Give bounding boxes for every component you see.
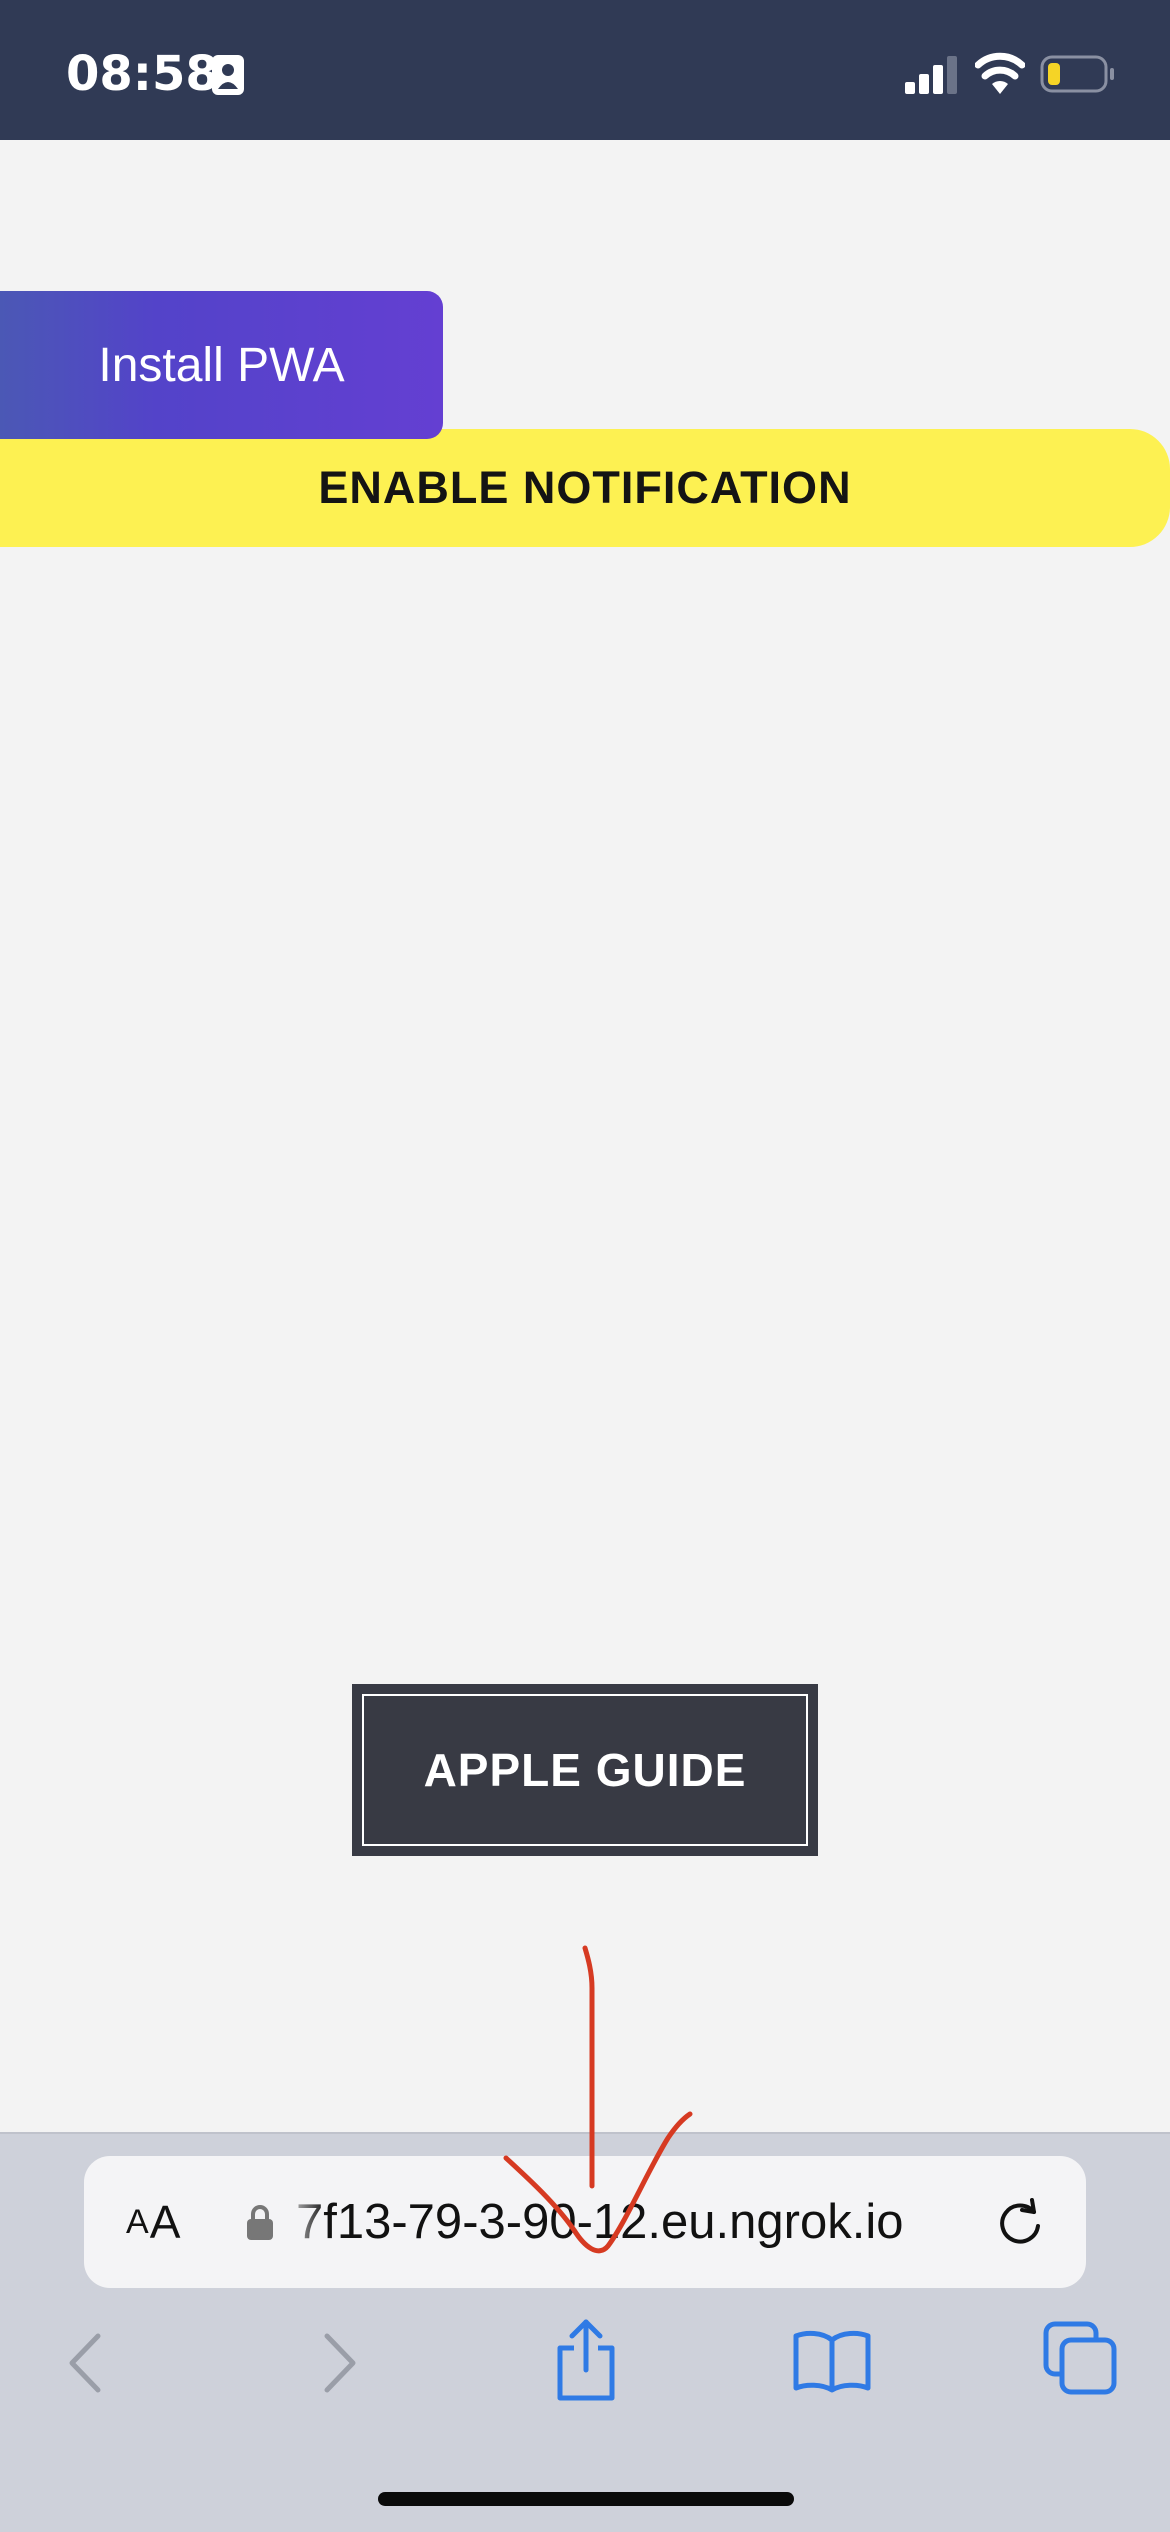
- status-time: 08:58: [66, 46, 219, 102]
- url-text[interactable]: 7f13-79-3-90-12.eu.ngrok.io: [296, 2156, 1036, 2288]
- reload-icon[interactable]: [994, 2196, 1046, 2248]
- person-badge-icon: [212, 55, 244, 95]
- text-size-large-glyph: A: [149, 2196, 181, 2248]
- apple-guide-label: APPLE GUIDE: [423, 1744, 747, 1796]
- battery-icon: [1040, 55, 1114, 93]
- bookmarks-icon[interactable]: [792, 2328, 872, 2394]
- status-bar: 08:58: [0, 0, 1170, 140]
- wifi-icon: [975, 52, 1025, 94]
- text-size-small-glyph: A: [126, 2202, 149, 2241]
- text-size-button[interactable]: A A: [126, 2156, 180, 2288]
- home-indicator: [378, 2492, 794, 2506]
- share-icon[interactable]: [550, 2318, 622, 2402]
- tabs-icon[interactable]: [1042, 2320, 1118, 2396]
- address-bar[interactable]: A A 7f13-79-3-90-12.eu.ngrok.io: [84, 2156, 1086, 2288]
- apple-guide-button[interactable]: APPLE GUIDE: [352, 1684, 818, 1856]
- cellular-signal-icon: [905, 56, 957, 94]
- install-pwa-button[interactable]: Install PWA: [0, 291, 443, 439]
- enable-notification-button[interactable]: ENABLE NOTIFICATION: [0, 429, 1170, 547]
- back-icon[interactable]: [60, 2328, 110, 2398]
- lock-icon: [247, 2205, 273, 2240]
- forward-icon[interactable]: [315, 2328, 365, 2398]
